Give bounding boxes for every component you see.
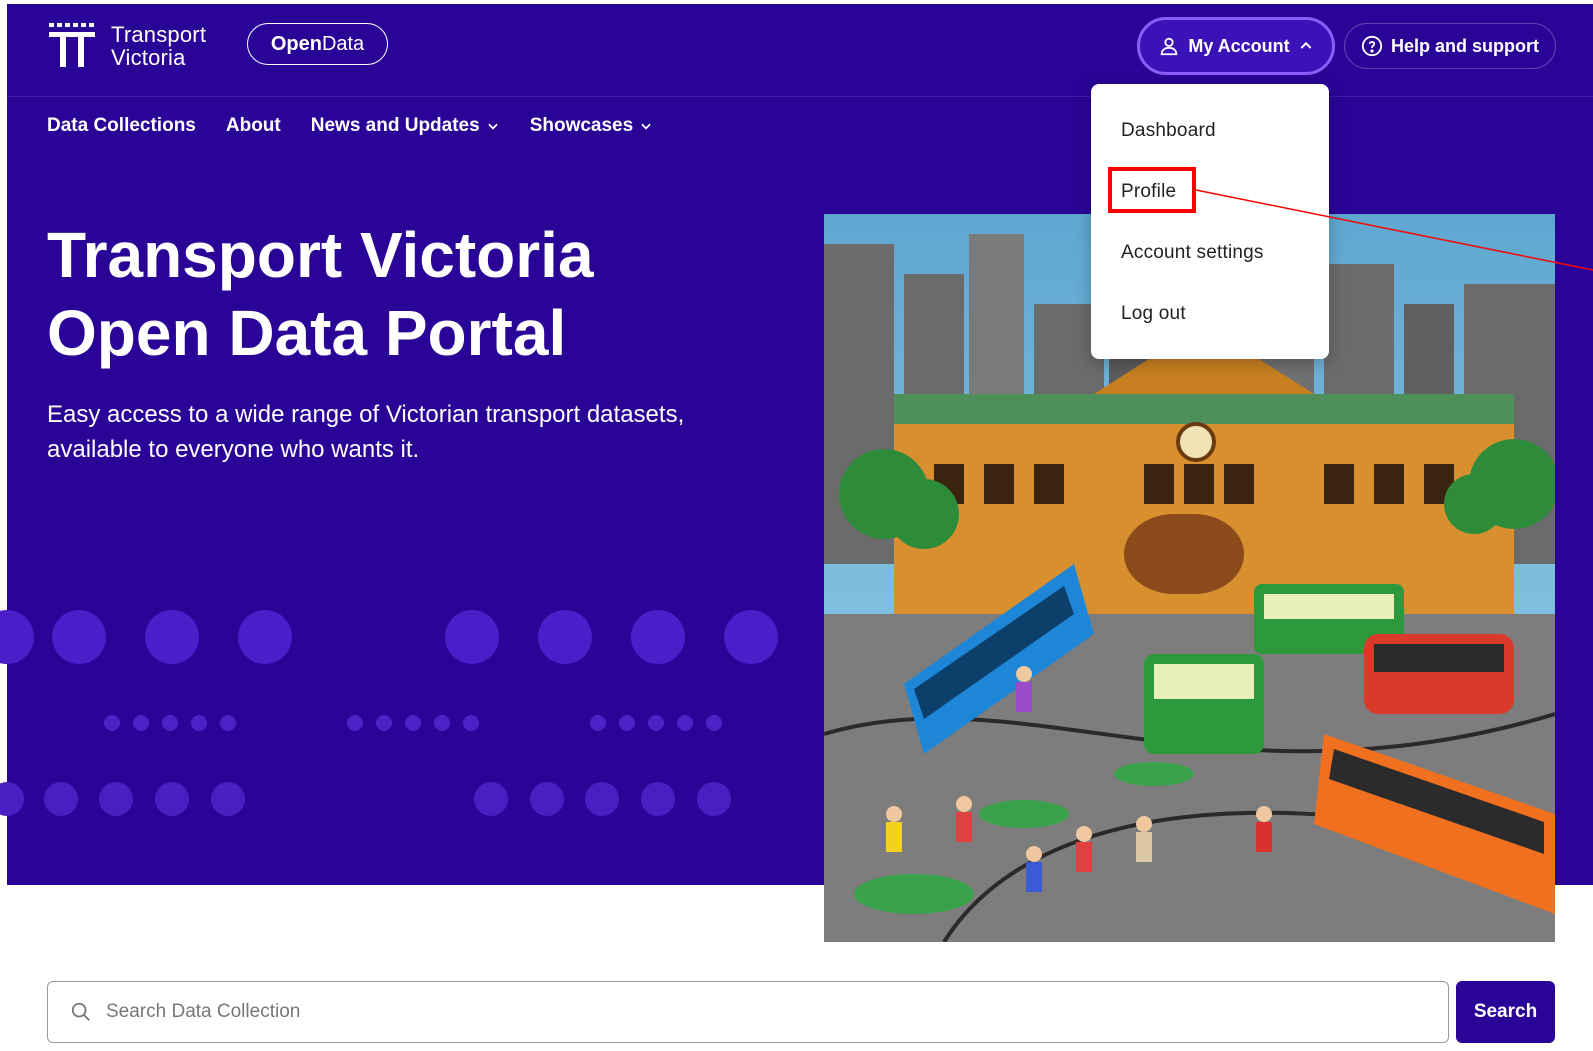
chevron-down-icon bbox=[641, 123, 651, 130]
opendata-bold: Open bbox=[270, 32, 322, 55]
transport-victoria-logo-icon[interactable] bbox=[47, 23, 97, 67]
search-input[interactable] bbox=[106, 1001, 1406, 1023]
nav-item-label: Data Collections bbox=[47, 115, 196, 136]
user-icon bbox=[1161, 37, 1178, 56]
search-field[interactable] bbox=[47, 981, 1449, 1043]
nav-item-label: About bbox=[225, 115, 281, 136]
opendata-light: Data bbox=[321, 32, 365, 55]
search-icon bbox=[71, 1002, 90, 1021]
menu-item-log-out[interactable]: Log out bbox=[1121, 303, 1186, 325]
logo-line-1: Transport bbox=[111, 22, 207, 47]
nav-item-label: News and Updates bbox=[310, 115, 480, 136]
nav-item-data-collections[interactable]: Data Collections bbox=[47, 115, 196, 137]
nav-item-about[interactable]: About bbox=[226, 115, 281, 137]
search-button[interactable]: Search bbox=[1456, 981, 1555, 1043]
nav-item-showcases[interactable]: Showcases bbox=[530, 115, 654, 137]
logo-line-2: Victoria bbox=[111, 45, 186, 70]
page-title-line-2: Open Data Portal bbox=[47, 297, 567, 369]
nav-item-news-and-updates[interactable]: News and Updates bbox=[311, 115, 500, 137]
nav-item-label: Showcases bbox=[529, 115, 634, 136]
hero-subtitle: Easy access to a wide range of Victorian… bbox=[47, 397, 807, 467]
chevron-down-icon bbox=[487, 123, 498, 130]
hero-subtitle-line-1: Easy access to a wide range of Victorian… bbox=[47, 401, 685, 428]
my-account-label: My Account bbox=[1188, 35, 1290, 56]
main-nav: Data Collections About News and Updates … bbox=[47, 115, 653, 137]
help-circle-icon bbox=[1361, 35, 1383, 57]
help-and-support-label: Help and support bbox=[1391, 35, 1539, 56]
logo-wordmark[interactable]: Transport Victoria bbox=[111, 23, 206, 69]
help-and-support-button[interactable]: Help and support bbox=[1344, 23, 1556, 69]
menu-item-account-settings[interactable]: Account settings bbox=[1121, 242, 1264, 264]
my-account-button[interactable]: My Account bbox=[1137, 17, 1335, 75]
annotation-highlight-box bbox=[1108, 167, 1196, 213]
menu-item-dashboard[interactable]: Dashboard bbox=[1121, 120, 1216, 142]
account-dropdown-menu: Dashboard Profile Account settings Log o… bbox=[1091, 84, 1329, 359]
hero-subtitle-line-2: available to everyone who wants it. bbox=[47, 436, 420, 463]
opendata-badge[interactable]: Open Data bbox=[247, 23, 388, 65]
chevron-up-icon bbox=[1300, 41, 1312, 49]
page-title-line-1: Transport Victoria bbox=[47, 219, 594, 291]
page-title: Transport Victoria Open Data Portal bbox=[47, 216, 787, 372]
